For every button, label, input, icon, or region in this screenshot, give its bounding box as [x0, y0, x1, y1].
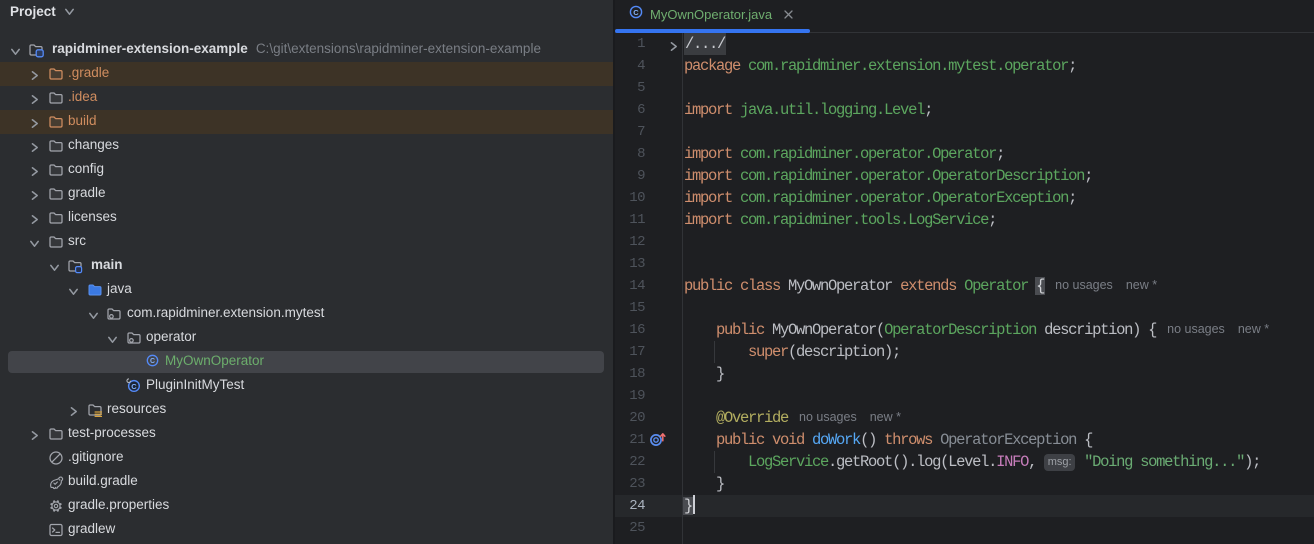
svg-text:C: C [633, 8, 639, 17]
svg-text:C: C [131, 382, 137, 391]
svg-text:C: C [150, 358, 155, 365]
